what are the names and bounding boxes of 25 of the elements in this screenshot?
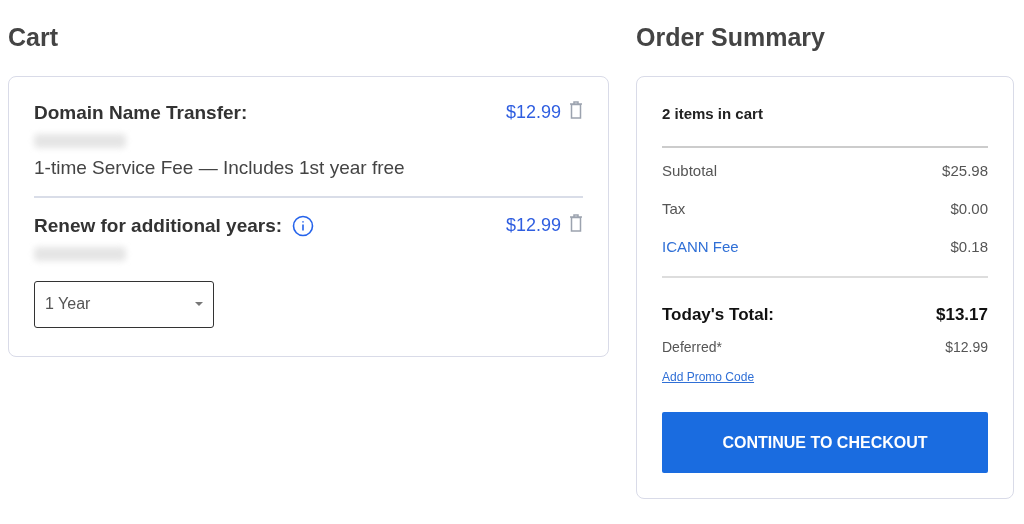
deferred-value: $12.99 bbox=[945, 338, 988, 357]
line-label: Tax bbox=[662, 198, 686, 219]
item-note: 1-time Service Fee — Includes 1st year free bbox=[34, 155, 406, 180]
trash-icon[interactable] bbox=[569, 101, 583, 119]
caret-icon bbox=[195, 302, 203, 306]
item-price: $12.99 bbox=[505, 214, 561, 237]
cart-heading: Cart bbox=[8, 22, 59, 53]
deferred-label: Deferred* bbox=[662, 338, 722, 357]
line-value: $0.00 bbox=[950, 198, 988, 219]
trash-icon[interactable] bbox=[569, 214, 583, 232]
line-label: Subtotal bbox=[662, 160, 718, 181]
line-value: $25.98 bbox=[942, 160, 988, 181]
total-label: Today's Total: bbox=[662, 303, 775, 326]
total-value: $13.17 bbox=[936, 303, 988, 326]
checkout-button[interactable]: CONTINUE TO CHECKOUT bbox=[662, 412, 988, 473]
fee-link[interactable]: ICANN Fee bbox=[662, 235, 739, 258]
info-icon[interactable] bbox=[292, 215, 315, 238]
item-count: 2 items in cart bbox=[662, 104, 764, 124]
item-price: $12.99 bbox=[505, 101, 561, 124]
item-title: Domain Name Transfer: bbox=[34, 101, 248, 125]
line-value: $0.18 bbox=[950, 236, 988, 257]
item-title: Renew for additional years: bbox=[34, 214, 283, 238]
year-select[interactable]: 1 Year bbox=[34, 280, 214, 328]
summary-heading: Order Summary bbox=[636, 22, 826, 53]
promo-link[interactable]: Add Promo Code bbox=[662, 368, 755, 386]
